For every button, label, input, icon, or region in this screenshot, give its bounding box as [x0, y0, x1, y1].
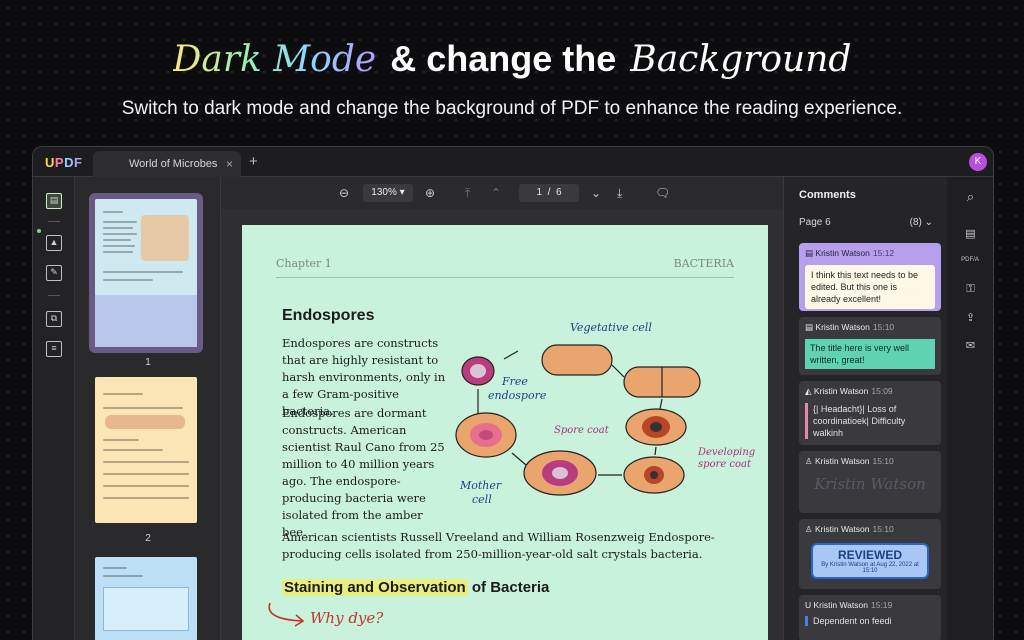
section-heading: Staining and Observation of Bacteria — [282, 579, 550, 596]
comment-card-sticky-note[interactable]: ▤ Kristin Watson 15:12 I think this text … — [799, 243, 941, 311]
comment-card-strikethrough[interactable]: ◭ Kristin Watson 15:09 {| Headacht}| Loss… — [799, 381, 941, 445]
label-vegetative-cell: Vegetative cell — [570, 321, 652, 334]
view-toolbar: ⊖ 130% ▾ ⊕ ⤒ ⌃ 1 / 6 ⌄ ⤓ 🗨 — [221, 177, 783, 209]
reviewed-stamp: REVIEWED By Kristin Watson at Aug 22, 20… — [811, 543, 929, 579]
reader-mode-icon[interactable]: ▤ — [46, 193, 62, 209]
pdfa-icon[interactable]: PDF/A — [959, 257, 981, 263]
page-header-chapter: Chapter 1 — [276, 257, 332, 270]
chevron-down-icon: ▾ — [399, 187, 405, 198]
paragraph-2: Endospores are dormant constructs. Ameri… — [282, 406, 445, 539]
hero-title-dark-mode: Dark Mode — [172, 39, 377, 80]
comment-card-stamp[interactable]: ♙ Kristin Watson 15:10 REVIEWED By Kristi… — [799, 519, 941, 589]
zoom-value: 130% — [371, 187, 397, 198]
hero-title-background: Background — [630, 39, 852, 80]
current-page: 1 — [536, 187, 543, 198]
hero-title-middle: & change the — [390, 38, 617, 79]
page-thumbnail-1[interactable] — [95, 199, 197, 347]
comments-panel: Comments Page 6 (8) ⌄ ▤ Kristin Watson 15… — [783, 177, 947, 640]
svg-text:Free: Free — [501, 375, 528, 388]
page-number-input[interactable]: 1 / 6 — [519, 184, 579, 202]
title-bar: UPDF World of Microbes × + K — [33, 147, 993, 177]
svg-text:cell: cell — [472, 493, 492, 506]
thumbnail-diagram — [105, 415, 185, 429]
hero-subtitle: Switch to dark mode and change the backg… — [121, 98, 903, 119]
curved-arrow-icon — [268, 602, 305, 627]
page-header-section: BACTERIA — [673, 257, 734, 270]
document-tab[interactable]: World of Microbes × — [93, 151, 241, 177]
svg-text:Spore coat: Spore coat — [554, 425, 610, 436]
endospore-diagram: Vegetative cell Free endospore Spore coa… — [455, 321, 755, 506]
tab-close-icon[interactable]: × — [226, 157, 233, 171]
convert-pdf-icon[interactable]: ▤ — [963, 227, 978, 240]
page-thumbnail-3[interactable] — [95, 557, 197, 640]
thumbnail-number-2: 2 — [145, 533, 151, 544]
total-pages: 6 — [555, 187, 562, 198]
app-logo: UPDF — [45, 155, 83, 170]
user-avatar[interactable]: K — [969, 153, 987, 171]
document-viewport[interactable]: Chapter 1 BACTERIA Endospores Endospores… — [221, 209, 783, 640]
pdf-page: Chapter 1 BACTERIA Endospores Endospores… — [242, 225, 768, 640]
protect-icon[interactable]: ⚿ — [963, 283, 978, 296]
header-rule — [276, 277, 734, 278]
tab-title: World of Microbes — [129, 158, 218, 170]
comment-text: {| Headacht}| Loss of coordinatioek| Dif… — [805, 403, 935, 439]
previous-page-icon[interactable]: ⌃ — [491, 186, 501, 200]
search-icon[interactable]: ⌕ — [963, 189, 978, 205]
comment-view-icon[interactable]: 🗨 — [655, 186, 670, 200]
rail-divider — [48, 221, 60, 222]
handwritten-note: Why dye? — [310, 609, 384, 627]
page-thumbnail-2[interactable] — [95, 377, 197, 523]
page-heading: Endospores — [282, 307, 375, 324]
svg-text:Mother: Mother — [459, 479, 502, 492]
comment-text: The title here is very well written, gre… — [805, 339, 935, 369]
last-page-icon[interactable]: ⤓ — [617, 186, 622, 201]
thumbnail-diagram — [141, 215, 189, 261]
comment-text: I think this text needs to be edited. Bu… — [805, 265, 935, 309]
organize-pages-icon[interactable]: ⧉ — [46, 311, 62, 327]
svg-text:Developing: Developing — [697, 447, 755, 458]
left-tool-rail: ▤ ▲ ✎ ⧉ ≡ — [33, 177, 75, 640]
comment-tool-icon[interactable]: ▲ — [46, 235, 62, 251]
app-window: UPDF World of Microbes × + K ▤ ▲ ✎ ⧉ ≡ 1… — [32, 146, 994, 640]
page-separator: / — [547, 187, 551, 198]
comment-card-highlight[interactable]: ▤ Kristin Watson 15:10 The title here is … — [799, 317, 941, 375]
rail-divider — [48, 295, 60, 296]
comments-title: Comments — [799, 189, 856, 201]
first-page-icon[interactable]: ⤒ — [465, 186, 470, 201]
next-page-icon[interactable]: ⌄ — [591, 186, 601, 200]
zoom-out-icon[interactable]: ⊖ — [339, 186, 349, 200]
comment-card-underline[interactable]: U Kristin Watson 15:19 Dependent on feedi — [799, 595, 941, 640]
hero-title: Dark Mode & change the Background — [0, 38, 1024, 90]
thumbnail-table — [95, 295, 197, 347]
svg-text:spore coat: spore coat — [698, 459, 752, 470]
paragraph-3: American scientists Russell Vreeland and… — [282, 530, 715, 561]
comments-count-toggle[interactable]: (8) ⌄ — [910, 217, 933, 228]
comment-card-signature[interactable]: ♙ Kristin Watson 15:10 Kristin Watson — [799, 451, 941, 513]
zoom-select[interactable]: 130% ▾ — [363, 184, 413, 202]
active-indicator — [37, 229, 41, 233]
thumbnail-number-1: 1 — [145, 357, 151, 368]
comments-page-label: Page 6 — [799, 217, 831, 228]
comment-text: Dependent on feedi — [805, 616, 935, 626]
right-tool-rail: ⌕ ▤ PDF/A ⚿ ⇪ ✉ — [947, 177, 993, 640]
edit-pdf-icon[interactable]: ✎ — [46, 265, 62, 281]
highlighted-text[interactable]: Staining and Observation — [282, 579, 468, 596]
new-tab-icon[interactable]: + — [249, 153, 258, 170]
signature: Kristin Watson — [814, 475, 926, 493]
share-icon[interactable]: ⇪ — [963, 311, 978, 324]
mail-icon[interactable]: ✉ — [963, 339, 978, 352]
svg-text:endospore: endospore — [488, 389, 547, 402]
zoom-in-icon[interactable]: ⊕ — [425, 186, 435, 200]
thumbnail-map — [103, 587, 189, 631]
thumbnail-panel: 1 2 — [75, 177, 221, 640]
forms-icon[interactable]: ≡ — [46, 341, 62, 357]
